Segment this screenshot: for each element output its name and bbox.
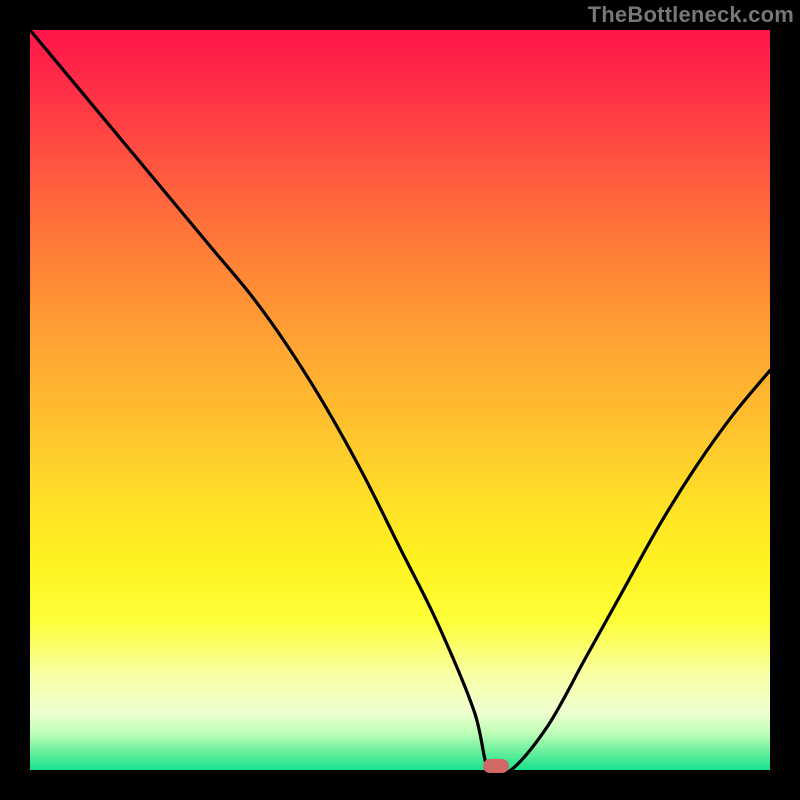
chart-container: TheBottleneck.com xyxy=(0,0,800,800)
line-series xyxy=(30,30,770,770)
optimum-marker xyxy=(483,759,509,773)
watermark-text: TheBottleneck.com xyxy=(588,2,794,28)
bottleneck-curve xyxy=(30,30,770,770)
